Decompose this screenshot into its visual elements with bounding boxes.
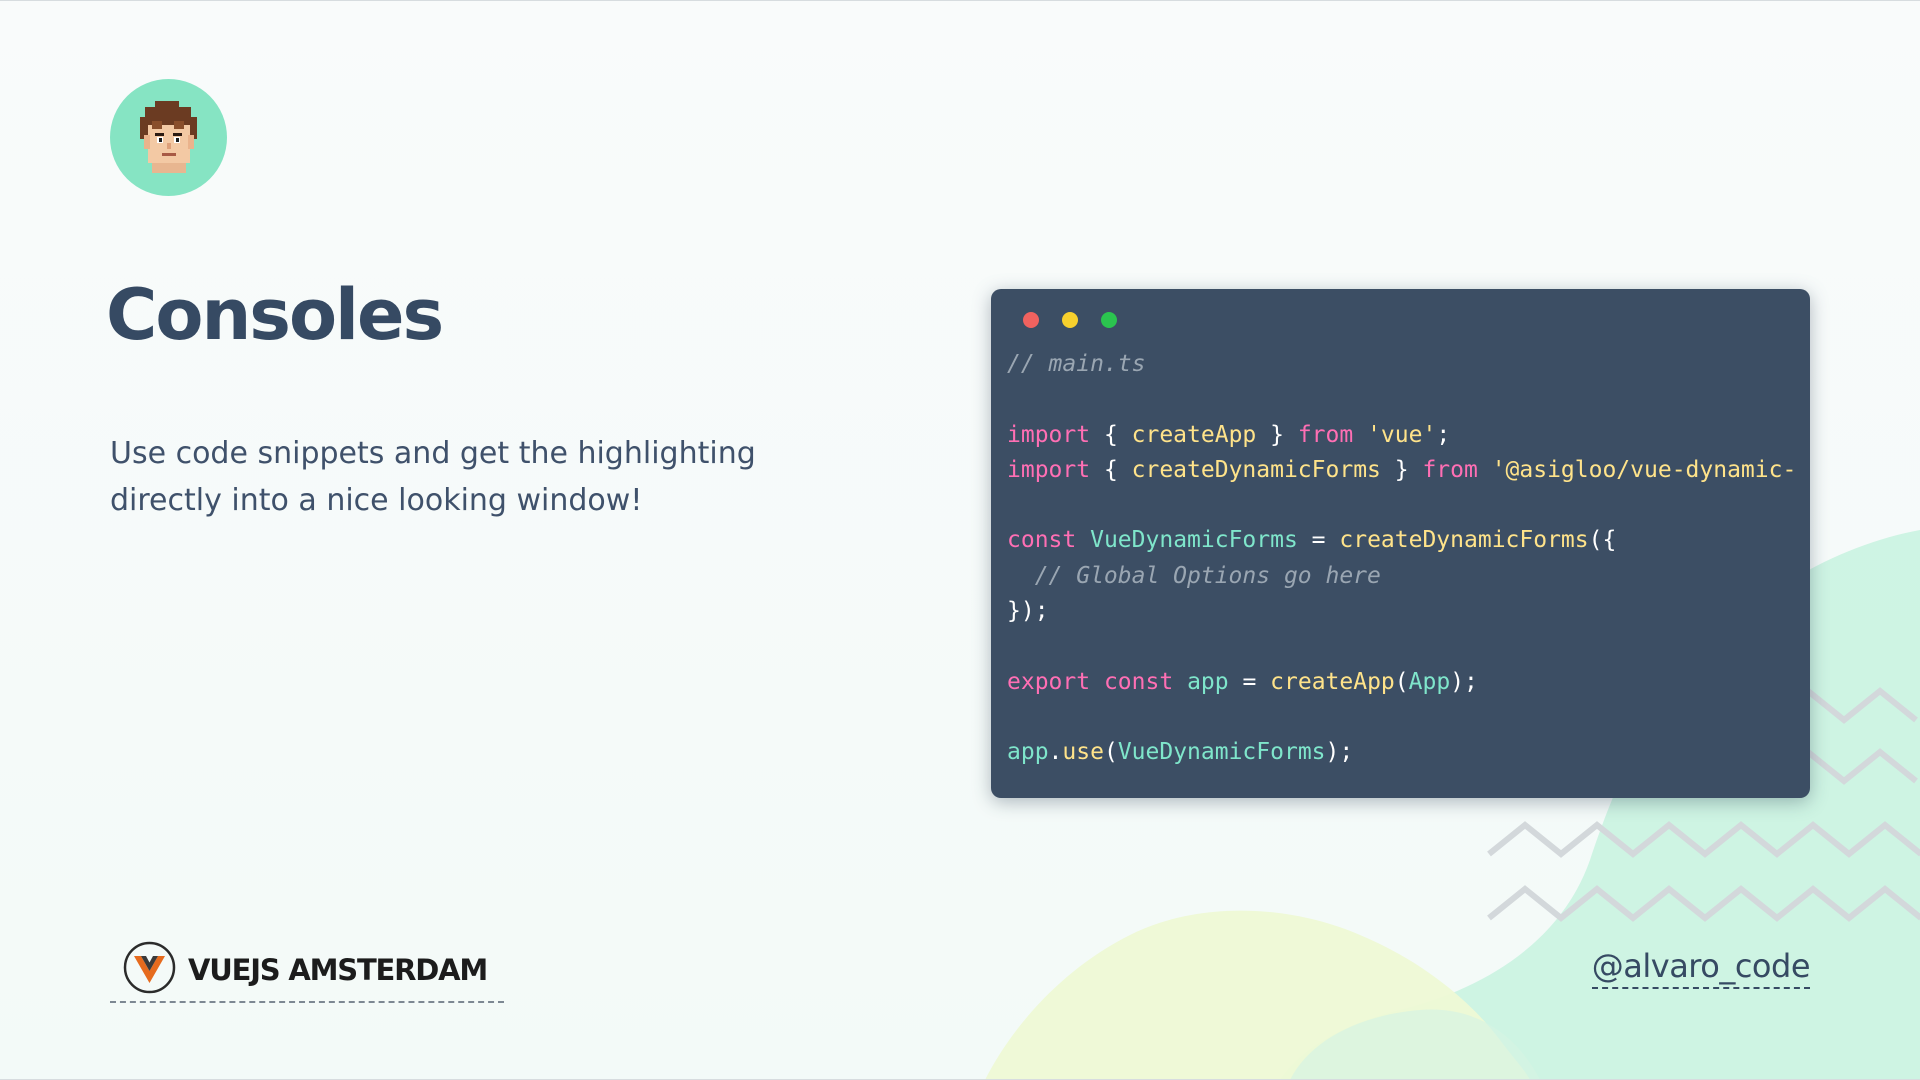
code-token-func: use xyxy=(1062,739,1104,766)
code-token-string: 'vue' xyxy=(1367,421,1437,448)
code-token-func: createApp xyxy=(1131,421,1257,448)
maximize-dot-icon xyxy=(1101,312,1117,328)
code-token-punct xyxy=(1090,669,1104,695)
code-token-comment: // Global Options go here xyxy=(1007,562,1381,589)
code-token-func: createApp xyxy=(1270,668,1395,695)
code-token-keyword: import xyxy=(1007,421,1091,448)
code-line: // main.ts xyxy=(1007,347,1796,382)
code-token-punct: ({ xyxy=(1588,527,1617,554)
code-token-ident: App xyxy=(1408,668,1451,695)
slide-subtitle: Use code snippets and get the highlighti… xyxy=(110,436,756,518)
code-token-keyword: const xyxy=(1007,527,1077,554)
code-token-punct: ( xyxy=(1103,739,1118,766)
code-token-func: createDynamicForms xyxy=(1339,527,1589,554)
code-token-punct: ); xyxy=(1450,668,1478,695)
code-token-keyword: from xyxy=(1422,456,1478,483)
code-token-punct: ; xyxy=(1436,421,1451,448)
code-token-punct xyxy=(1173,669,1187,695)
code-line: }); xyxy=(1007,594,1796,629)
code-token-comment: // main.ts xyxy=(1007,351,1146,377)
code-window: // main.ts import { createApp } from 'vu… xyxy=(991,289,1810,798)
code-token-keyword: const xyxy=(1103,668,1174,695)
code-line: const VueDynamicForms = createDynamicFor… xyxy=(1007,523,1796,558)
code-token-func: createDynamicForms xyxy=(1131,456,1381,483)
code-token-punct: . xyxy=(1048,739,1063,766)
code-line: export const app = createApp(App); xyxy=(1007,665,1796,700)
code-line: import { createDynamicForms } from '@asi… xyxy=(1007,453,1796,488)
close-dot-icon xyxy=(1023,312,1039,328)
code-token-punct: = xyxy=(1228,668,1271,695)
pixel-face-icon xyxy=(140,101,197,173)
code-token-punct: { xyxy=(1090,456,1132,483)
code-token-ident: VueDynamicForms xyxy=(1090,527,1298,554)
code-token-punct: } xyxy=(1256,421,1298,448)
footer-brand-name: VUEJS AMSTERDAM xyxy=(188,953,488,987)
code-token-punct xyxy=(1076,527,1090,553)
code-token-punct xyxy=(1478,457,1492,483)
code-line: import { createApp } from 'vue'; xyxy=(1007,418,1796,453)
code-token-keyword: export xyxy=(1007,668,1091,695)
code-token-punct: } xyxy=(1380,456,1423,483)
code-token-ident: app xyxy=(1187,668,1229,695)
slide: Consoles Use code snippets and get the h… xyxy=(0,0,1920,1080)
code-token-string: '@asigloo/vue-dynamic- xyxy=(1491,456,1797,483)
twitter-handle-link[interactable]: @alvaro_code xyxy=(1591,945,1811,989)
code-token-keyword: from xyxy=(1297,421,1354,448)
code-token-ident: app xyxy=(1007,739,1049,766)
footer-brand: VUEJS AMSTERDAM xyxy=(110,939,504,1003)
slide-title: Consoles xyxy=(106,274,444,356)
code-token-ident: VueDynamicForms xyxy=(1117,739,1326,766)
vuejs-amsterdam-logo-icon xyxy=(123,941,176,994)
code-token-punct: }); xyxy=(1007,598,1049,625)
code-token-punct: ( xyxy=(1394,668,1409,695)
code-block: // main.ts import { createApp } from 'vu… xyxy=(1007,347,1796,771)
minimize-dot-icon xyxy=(1062,312,1078,328)
avatar xyxy=(110,79,227,196)
code-token-punct: = xyxy=(1297,527,1340,554)
window-controls xyxy=(1023,312,1117,328)
code-token-punct: { xyxy=(1090,421,1132,448)
code-token-keyword: import xyxy=(1007,456,1091,483)
code-line: app.use(VueDynamicForms); xyxy=(1007,735,1796,770)
code-token-punct xyxy=(1353,422,1367,448)
code-token-punct: ); xyxy=(1325,739,1354,766)
code-line: // Global Options go here xyxy=(1007,559,1796,594)
